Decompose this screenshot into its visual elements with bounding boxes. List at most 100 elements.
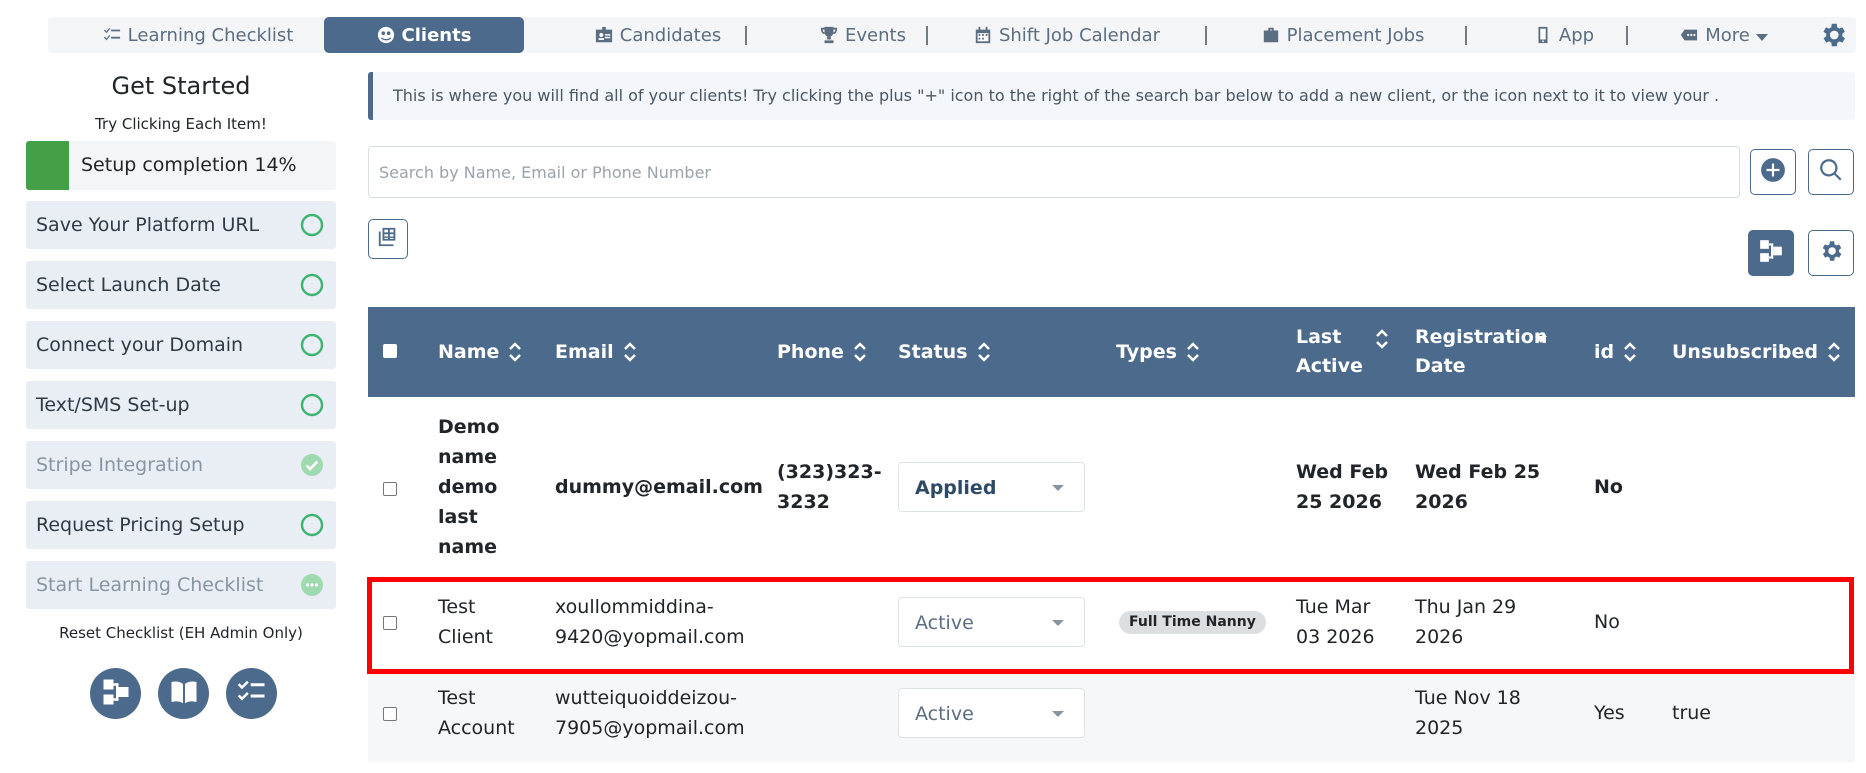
- cell-email: dummy@email.com: [555, 476, 763, 498]
- clients-icon: [377, 26, 395, 44]
- search-button[interactable]: [1808, 149, 1854, 195]
- column-header-phone[interactable]: Phone: [777, 307, 867, 397]
- reset-checklist-link[interactable]: Reset Checklist (EH Admin Only): [26, 624, 336, 642]
- nav-placement-jobs[interactable]: Placement Jobs: [1248, 17, 1438, 53]
- row-checkbox[interactable]: [383, 616, 397, 630]
- column-header-email[interactable]: Email: [555, 307, 637, 397]
- circle-icon: [300, 333, 324, 357]
- checklist-item-pricing[interactable]: Request Pricing Setup: [26, 501, 336, 549]
- checklist-item-label: Stripe Integration: [36, 454, 204, 476]
- nav-clients[interactable]: Clients: [324, 17, 524, 53]
- id-card-icon: [595, 26, 613, 44]
- checklist-item-launch-date[interactable]: Select Launch Date: [26, 261, 336, 309]
- checklist-item-label: Connect your Domain: [36, 334, 244, 356]
- get-started-title: Get Started: [111, 72, 251, 100]
- nav-separator: [745, 26, 747, 45]
- progress-fill: [26, 141, 70, 190]
- checklist-item-label: Text/SMS Set-up: [36, 394, 190, 416]
- status-dropdown[interactable]: Applied: [898, 462, 1085, 512]
- ellipsis-circle-icon: [300, 573, 324, 597]
- nav-events[interactable]: Events: [788, 17, 938, 53]
- nav-candidates[interactable]: Candidates: [568, 17, 748, 53]
- search-input[interactable]: [368, 146, 1740, 198]
- checklist-item-learning[interactable]: Start Learning Checklist: [26, 561, 336, 609]
- cell-email: wutteiquoiddeizou-7905@yopmail.com: [555, 687, 745, 739]
- gear-icon[interactable]: [1818, 20, 1848, 50]
- sort-icon: [977, 341, 991, 363]
- status-dropdown[interactable]: Active: [898, 688, 1085, 738]
- column-view-button[interactable]: [1748, 230, 1794, 276]
- checklist-button[interactable]: [226, 668, 277, 719]
- table-icon: [377, 226, 399, 252]
- sitemap-button[interactable]: [90, 668, 141, 719]
- top-nav: Learning Checklist Clients Candidates Ev…: [48, 17, 1856, 53]
- search-icon: [1818, 157, 1844, 187]
- nav-separator: [1465, 26, 1467, 45]
- table-settings-button[interactable]: [1808, 230, 1854, 276]
- cell-name[interactable]: Demo name demo last name: [438, 412, 508, 562]
- mobile-icon: [1534, 26, 1552, 44]
- column-header-status[interactable]: Status: [898, 307, 991, 397]
- table-row[interactable]: Test Account wutteiquoiddeizou-7905@yopm…: [368, 668, 1855, 762]
- cell-phone: (323)323-3232: [777, 461, 882, 513]
- add-client-button[interactable]: [1750, 149, 1796, 195]
- circle-icon: [300, 393, 324, 417]
- caret-down-icon: [1052, 620, 1064, 626]
- column-header-id[interactable]: id: [1594, 307, 1637, 397]
- cell-name[interactable]: Test Client: [438, 592, 508, 652]
- table-header: Name Email Phone Status Types Last Activ…: [368, 307, 1855, 397]
- row-checkbox[interactable]: [383, 482, 397, 496]
- checklist-item-label: Save Your Platform URL: [36, 214, 260, 236]
- checklist-item-label: Start Learning Checklist: [36, 574, 264, 596]
- table-export-button[interactable]: [368, 219, 408, 259]
- table-row[interactable]: Test Client xoullommiddina-9420@yopmail.…: [368, 577, 1855, 668]
- checklist-item-stripe[interactable]: Stripe Integration: [26, 441, 336, 489]
- checklist-item-label: Select Launch Date: [36, 274, 221, 296]
- nav-label: Candidates: [619, 24, 722, 46]
- table-row[interactable]: Demo name demo last name dummy@email.com…: [368, 397, 1855, 577]
- trophy-icon: [820, 26, 838, 44]
- column-header-name[interactable]: Name: [438, 307, 522, 397]
- caret-down-icon: [1755, 33, 1768, 41]
- caret-down-icon: [1052, 711, 1064, 717]
- cell-id: No: [1594, 611, 1620, 633]
- checklist-item-domain[interactable]: Connect your Domain: [26, 321, 336, 369]
- setup-progress: Setup completion 14%: [26, 141, 336, 190]
- check-circle-icon: [300, 453, 324, 477]
- circle-icon: [300, 513, 324, 537]
- info-text: This is where you will find all of your …: [393, 86, 1720, 105]
- checklist-item-platform-url[interactable]: Save Your Platform URL: [26, 201, 336, 249]
- tag-icon: [1680, 26, 1698, 44]
- sort-icon: [1186, 341, 1200, 363]
- nav-more[interactable]: More: [1664, 17, 1784, 53]
- get-started-subtitle: Try Clicking Each Item!: [95, 115, 267, 133]
- select-all-checkbox[interactable]: [383, 344, 397, 358]
- nav-shift-job-calendar[interactable]: Shift Job Calendar: [972, 17, 1162, 53]
- briefcase-icon: [1262, 26, 1280, 44]
- cell-last-active: Tue Mar 03 2026: [1296, 596, 1375, 648]
- nav-separator: [926, 26, 928, 45]
- cell-name[interactable]: Test Account: [438, 683, 518, 743]
- column-header-registration-date[interactable]: Registration Date: [1415, 307, 1565, 397]
- nav-learning-checklist[interactable]: Learning Checklist: [88, 17, 308, 53]
- status-dropdown[interactable]: Active: [898, 597, 1085, 647]
- row-checkbox[interactable]: [383, 707, 397, 721]
- book-open-icon: [169, 677, 199, 711]
- sort-icon: [623, 341, 637, 363]
- cell-registration-date: Tue Nov 18 2025: [1415, 687, 1521, 739]
- nav-label: More: [1705, 24, 1750, 46]
- column-header-unsubscribed[interactable]: Unsubscribed: [1672, 307, 1841, 397]
- nav-label: Shift Job Calendar: [998, 24, 1161, 46]
- nav-app[interactable]: App: [1512, 17, 1616, 53]
- circle-icon: [300, 273, 324, 297]
- sort-icon: [1623, 341, 1637, 363]
- checklist-icon: [237, 677, 267, 711]
- sitemap-icon: [101, 677, 131, 711]
- cell-last-active: Wed Feb 25 2026: [1296, 461, 1389, 513]
- column-header-last-active[interactable]: Last Active: [1296, 307, 1391, 397]
- checklist-item-sms[interactable]: Text/SMS Set-up: [26, 381, 336, 429]
- column-header-types[interactable]: Types: [1116, 307, 1200, 397]
- book-button[interactable]: [158, 668, 209, 719]
- nav-label: Learning Checklist: [127, 24, 294, 46]
- nav-separator: [1626, 26, 1628, 45]
